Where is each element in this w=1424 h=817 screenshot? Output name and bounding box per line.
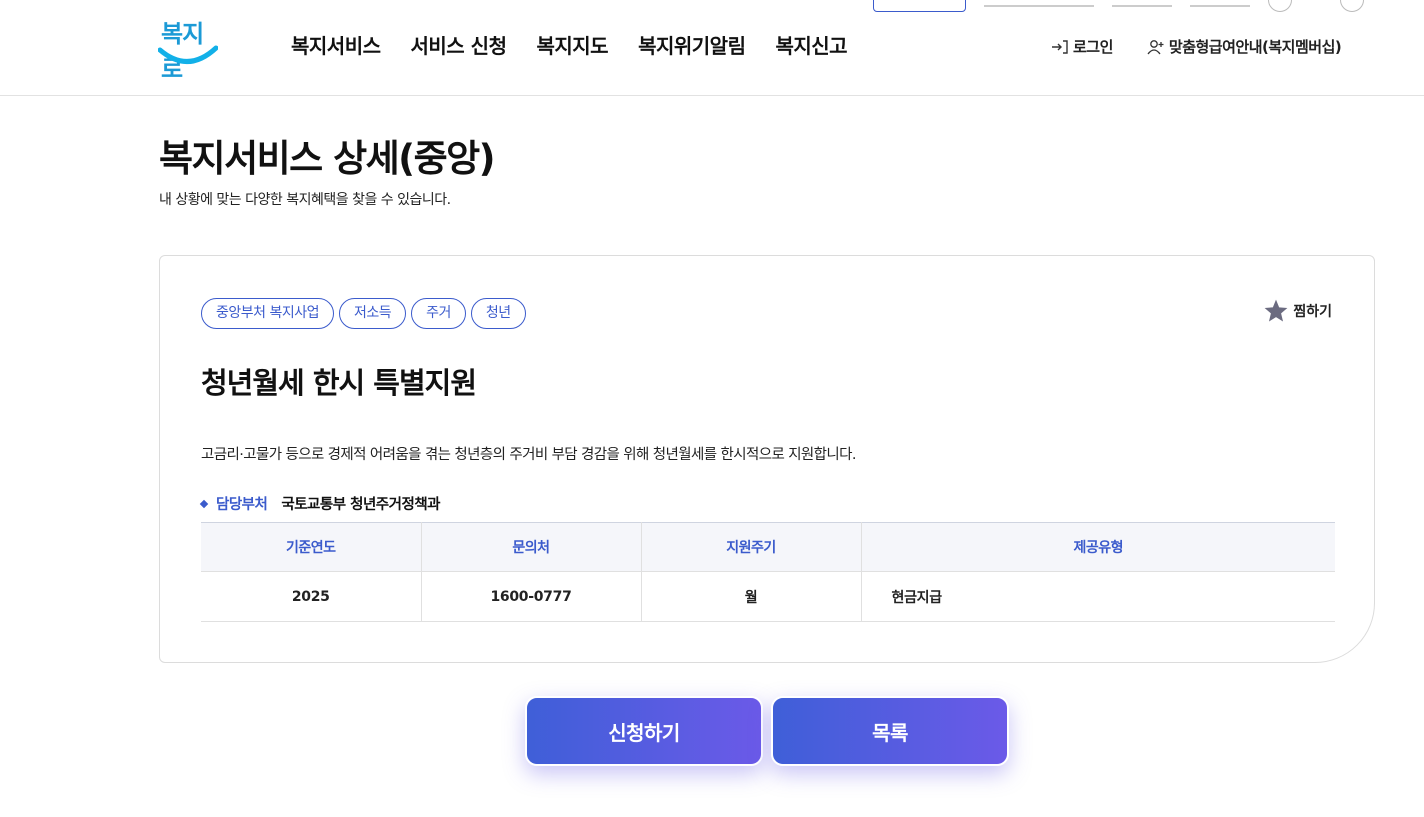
zoom-out-button[interactable] bbox=[1268, 0, 1292, 12]
service-info-table: 기준연도 문의처 지원주기 제공유형 2025 1600-0777 월 현금지급 bbox=[201, 522, 1335, 622]
service-description: 고금리·고물가 등으로 경제적 어려움을 겪는 청년층의 주거비 부담 경감을 … bbox=[201, 447, 857, 463]
nav-welfare-service[interactable]: 복지서비스 bbox=[291, 30, 381, 59]
apply-button[interactable]: 신청하기 bbox=[525, 696, 763, 766]
login-icon bbox=[1052, 39, 1068, 54]
nav-service-apply[interactable]: 서비스 신청 bbox=[411, 30, 507, 59]
main-nav: 복지서비스 서비스 신청 복지지도 복지위기알림 복지신고 bbox=[291, 30, 848, 59]
tag-youth[interactable]: 청년 bbox=[470, 298, 526, 329]
header-base-year: 기준연도 bbox=[201, 522, 422, 572]
login-link[interactable]: 로그인 bbox=[1051, 36, 1113, 57]
page-title: 복지서비스 상세(중앙) bbox=[159, 137, 496, 180]
site-logo[interactable]: 복지로 bbox=[158, 14, 218, 83]
cell-contact: 1600-0777 bbox=[421, 571, 642, 622]
diamond-bullet-icon bbox=[199, 499, 209, 508]
top-utility-bar bbox=[873, 0, 1364, 12]
utility-button[interactable] bbox=[873, 0, 966, 12]
department-value: 국토교통부 청년주거정책과 bbox=[281, 497, 441, 513]
list-button[interactable]: 목록 bbox=[771, 696, 1009, 766]
cell-support-cycle: 월 bbox=[641, 571, 862, 622]
tag-low-income[interactable]: 저소득 bbox=[339, 298, 407, 329]
tag-housing[interactable]: 주거 bbox=[411, 298, 466, 329]
nav-welfare-map[interactable]: 복지지도 bbox=[536, 30, 608, 59]
action-buttons: 신청하기 목록 bbox=[525, 696, 1009, 766]
header-support-cycle: 지원주기 bbox=[641, 522, 862, 572]
utility-link[interactable] bbox=[1190, 0, 1250, 7]
cell-base-year: 2025 bbox=[201, 571, 422, 622]
department-row: 담당부처 국토교통부 청년주거정책과 bbox=[199, 493, 441, 514]
service-tags: 중앙부처 복지사업 저소득 주거 청년 bbox=[201, 298, 526, 329]
service-title: 청년월세 한시 특별지원 bbox=[201, 366, 477, 400]
service-detail-card: 중앙부처 복지사업 저소득 주거 청년 찜하기 청년월세 한시 특별지원 고금리… bbox=[159, 255, 1375, 663]
site-header: 복지로 복지서비스 서비스 신청 복지지도 복지위기알림 복지신고 로그인 맞춤… bbox=[0, 0, 1424, 96]
nav-welfare-report[interactable]: 복지신고 bbox=[775, 30, 847, 59]
logo-smile-icon bbox=[158, 45, 218, 64]
page-subtitle: 내 상황에 맞는 다양한 복지혜택을 찾을 수 있습니다. bbox=[159, 192, 451, 208]
header-user-links: 로그인 맞춤형급여안내(복지멤버십) bbox=[1051, 36, 1342, 57]
header-provision-type: 제공유형 bbox=[861, 522, 1335, 572]
zoom-in-button[interactable] bbox=[1340, 0, 1364, 12]
star-icon bbox=[1264, 299, 1288, 322]
department-label: 담당부처 bbox=[216, 497, 268, 513]
favorite-label: 찜하기 bbox=[1293, 304, 1332, 320]
membership-link[interactable]: 맞춤형급여안내(복지멤버십) bbox=[1147, 36, 1342, 57]
utility-link[interactable] bbox=[1112, 0, 1172, 7]
tag-central-welfare[interactable]: 중앙부처 복지사업 bbox=[201, 298, 334, 329]
header-contact: 문의처 bbox=[421, 522, 642, 572]
table-row: 2025 1600-0777 월 현금지급 bbox=[201, 571, 1335, 622]
membership-label: 맞춤형급여안내(복지멤버십) bbox=[1168, 38, 1342, 56]
favorite-button[interactable]: 찜하기 bbox=[1263, 298, 1332, 324]
utility-link[interactable] bbox=[984, 0, 1094, 7]
login-label: 로그인 bbox=[1073, 38, 1113, 56]
table-header-row: 기준연도 문의처 지원주기 제공유형 bbox=[201, 522, 1335, 572]
user-add-icon bbox=[1147, 39, 1164, 54]
nav-welfare-crisis-alert[interactable]: 복지위기알림 bbox=[638, 30, 746, 59]
cell-provision-type: 현금지급 bbox=[861, 571, 1335, 622]
